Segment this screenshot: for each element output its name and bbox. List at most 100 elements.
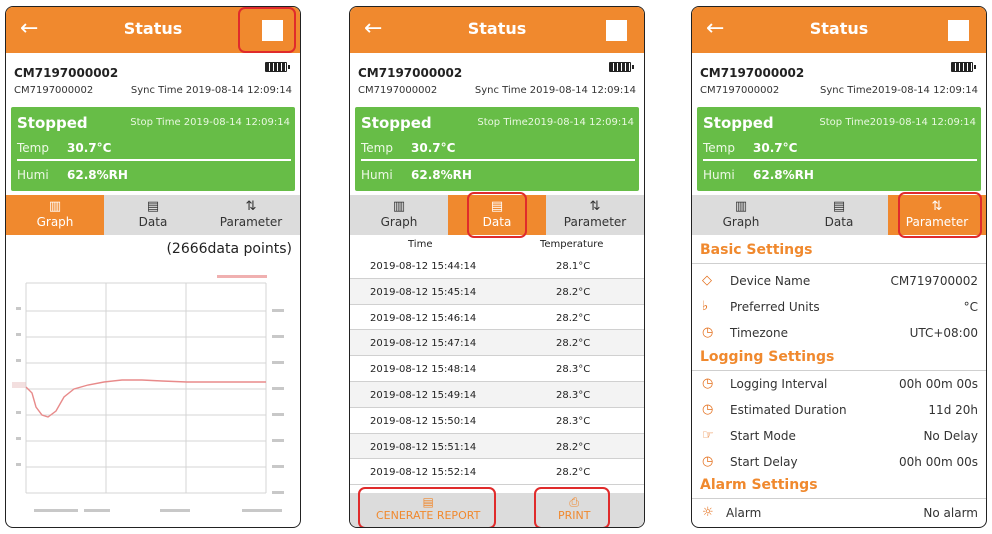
param-logging-interval[interactable]: ◷ Logging Interval 00h 00m 00s [692, 374, 986, 396]
param-label: Start Mode [730, 429, 796, 443]
tab-graph[interactable]: ▥ Graph [350, 195, 448, 235]
param-alarm[interactable]: ☼ Alarm No alarm [692, 503, 986, 525]
tab-data[interactable]: ▤ Data [104, 195, 202, 235]
thermometer-icon: ♭ [702, 299, 709, 314]
section-logging-settings: Logging Settings [700, 349, 835, 365]
param-value: UTC+08:00 [909, 326, 978, 340]
row-time: 2019-08-12 15:51:14 [370, 441, 477, 453]
chart-icon: ▥ [392, 199, 406, 214]
humi-label: Humi [703, 168, 735, 182]
tab-data-label: Data [138, 215, 168, 229]
divider [361, 159, 635, 161]
param-label: Timezone [730, 326, 788, 340]
table-row[interactable]: 2019-08-12 15:52:14 28.2°C [350, 459, 644, 486]
chart-icon: ▥ [734, 199, 748, 214]
row-temperature: 28.1°C [556, 261, 591, 272]
param-value: °C [963, 300, 978, 314]
param-label: Estimated Duration [730, 403, 847, 417]
tab-graph-label: Graph [722, 215, 760, 229]
table-row[interactable]: 2019-08-12 15:44:14 28.1°C [350, 253, 644, 279]
sync-time: Sync Time 2019-08-14 12:09:14 [130, 85, 292, 96]
row-time: 2019-08-12 15:46:14 [370, 312, 477, 324]
tag-icon: ◇ [702, 273, 712, 288]
device-sub-id: CM7197000002 [700, 85, 780, 96]
highlight-box [238, 7, 296, 53]
param-start-delay[interactable]: ◷ Start Delay 00h 00m 00s [692, 452, 986, 474]
row-time: 2019-08-12 15:49:14 [370, 389, 477, 401]
sliders-icon: ⇅ [589, 199, 601, 214]
table-row[interactable]: 2019-08-12 15:48:14 28.3°C [350, 356, 644, 382]
page-title: Status [467, 19, 527, 38]
highlight-box [534, 487, 610, 527]
section-basic-settings: Basic Settings [700, 242, 813, 258]
param-value: No Delay [923, 429, 978, 443]
hand-pointer-icon: ☞ [702, 428, 714, 443]
graph-svg [12, 269, 294, 521]
tab-graph-label: Graph [36, 215, 74, 229]
status-card: Stopped Stop Time2019-08-14 12:09:14 Tem… [355, 107, 639, 191]
sync-time: Sync Time 2019-08-14 12:09:14 [474, 85, 636, 96]
battery-icon [609, 62, 634, 72]
table-header: Time Temperature [350, 237, 644, 253]
tab-graph[interactable]: ▥ Graph [6, 195, 104, 235]
section-alarm-settings: Alarm Settings [700, 477, 818, 493]
humi-label: Humi [17, 168, 49, 182]
status-card: Stopped Stop Time2019-08-14 12:09:14 Tem… [697, 107, 981, 191]
param-estimated-duration[interactable]: ◷ Estimated Duration 11d 20h [692, 400, 986, 422]
phone-screen-graph: ← Status CM7197000002 CM7197000002 Sync … [5, 6, 301, 528]
status-card: Stopped Stop Time 2019-08-14 12:09:14 Te… [11, 107, 295, 191]
row-temperature: 28.3°C [556, 364, 591, 376]
param-device-name[interactable]: ◇ Device Name CM719700002 [692, 271, 986, 293]
param-label: Logging Interval [730, 377, 828, 391]
param-value: 00h 00m 00s [899, 455, 978, 469]
device-sub-id: CM7197000002 [14, 85, 94, 96]
menu-square-button[interactable] [606, 20, 627, 41]
param-label: Start Delay [730, 455, 798, 469]
row-time: 2019-08-12 15:52:14 [370, 467, 477, 479]
row-time: 2019-08-12 15:48:14 [370, 364, 477, 376]
param-timezone[interactable]: ◷ Timezone UTC+08:00 [692, 323, 986, 345]
tab-graph[interactable]: ▥ Graph [692, 195, 790, 235]
timer-icon: ◷ [702, 454, 714, 469]
menu-square-button[interactable] [948, 20, 969, 41]
tab-parameter-label: Parameter [219, 215, 283, 229]
tab-parameter[interactable]: ⇅ Parameter [546, 195, 644, 235]
tab-data[interactable]: ▤ Data [790, 195, 888, 235]
stop-time: Stop Time2019-08-14 12:09:14 [477, 117, 634, 128]
table-row[interactable]: 2019-08-12 15:50:14 28.3°C [350, 408, 644, 434]
temp-value: 30.7°C [753, 141, 798, 155]
param-value: No alarm [923, 506, 978, 520]
data-points-count: (2666data points) [166, 241, 292, 257]
param-preferred-units[interactable]: ♭ Preferred Units °C [692, 297, 986, 319]
device-sub-id: CM7197000002 [358, 85, 438, 96]
table-row[interactable]: 2019-08-12 15:45:14 28.2°C [350, 278, 644, 305]
divider [692, 498, 986, 499]
tab-parameter[interactable]: ⇅ Parameter [202, 195, 300, 235]
param-label: Alarm [726, 506, 762, 520]
device-id: CM7197000002 [14, 66, 119, 80]
divider [692, 263, 986, 264]
device-id: CM7197000002 [700, 66, 805, 80]
battery-icon [951, 62, 976, 72]
status-state: Stopped [17, 114, 88, 132]
phone-screen-parameter: ← Status CM7197000002 CM7197000002 Sync … [691, 6, 987, 528]
temperature-graph[interactable] [12, 269, 294, 521]
page-title: Status [809, 19, 869, 38]
humi-value: 62.8%RH [753, 168, 814, 182]
highlight-box [358, 487, 496, 527]
row-temperature: 28.2°C [556, 467, 591, 479]
table-row[interactable]: 2019-08-12 15:47:14 28.2°C [350, 330, 644, 357]
row-time: 2019-08-12 15:50:14 [370, 415, 477, 427]
param-start-mode[interactable]: ☞ Start Mode No Delay [692, 426, 986, 448]
device-id: CM7197000002 [358, 66, 463, 80]
col-temperature: Temperature [540, 239, 604, 250]
stop-time: Stop Time2019-08-14 12:09:14 [819, 117, 976, 128]
table-row[interactable]: 2019-08-12 15:46:14 28.2°C [350, 305, 644, 331]
row-temperature: 28.2°C [556, 286, 591, 298]
table-row[interactable]: 2019-08-12 15:49:14 28.3°C [350, 381, 644, 408]
param-value: 11d 20h [928, 403, 978, 417]
clock-icon: ◷ [702, 376, 714, 391]
row-time: 2019-08-12 15:44:14 [370, 261, 477, 272]
param-label: Device Name [730, 274, 811, 288]
table-row[interactable]: 2019-08-12 15:51:14 28.2°C [350, 433, 644, 460]
